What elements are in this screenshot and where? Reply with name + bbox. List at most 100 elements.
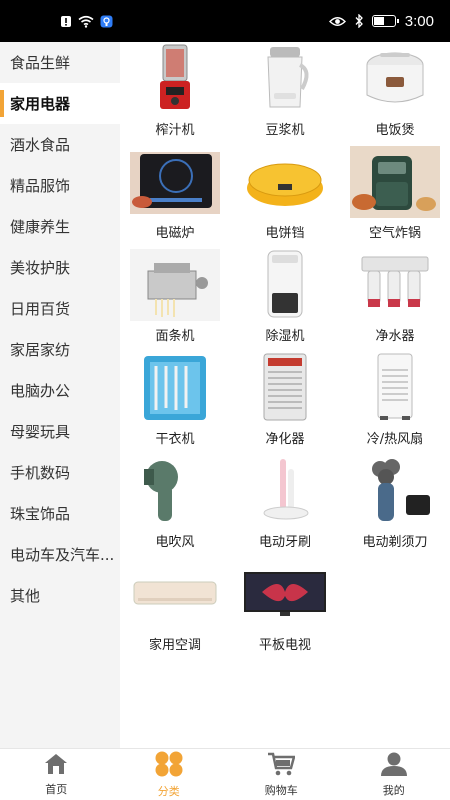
product-label: 电饭煲 [375,123,415,138]
noodle-maker-icon [130,249,220,321]
sidebar-item-label: 健康养生 [10,218,71,236]
tab-profile[interactable]: 我的 [338,749,450,800]
hair-dryer-icon [130,455,220,527]
sidebar-item-1[interactable]: 家用电器 [0,83,120,124]
sidebar-item-label: 家用电器 [10,95,71,113]
tab-label: 我的 [382,783,405,797]
product-item[interactable]: 豆浆机 [230,42,340,145]
tab-label: 分类 [157,784,180,798]
sidebar-item-4[interactable]: 健康养生 [0,206,120,247]
air-purifier-icon [240,352,330,424]
sidebar-item-7[interactable]: 家居家纺 [0,329,120,370]
sidebar-item-label: 日用百货 [10,300,71,318]
notification-icon [61,15,71,27]
product-item[interactable]: 电饭煲 [340,42,450,145]
product-item[interactable]: 除湿机 [230,248,340,351]
fan-icon [350,352,440,424]
rice-cooker-icon [350,43,440,115]
product-label: 除湿机 [265,329,305,344]
sidebar-item-label: 酒水食品 [10,136,71,154]
product-item[interactable]: 电饼铛 [230,145,340,248]
status-time: 3:00 [404,12,434,30]
battery-level [373,17,384,25]
eye-icon [328,16,346,26]
sidebar-item-label: 精品服饰 [10,177,71,195]
tv-icon [240,558,330,630]
sidebar-item-label: 珠宝饰品 [10,505,71,523]
product-label: 榨汁机 [155,123,195,138]
sidebar-item-6[interactable]: 日用百货 [0,288,120,329]
tab-label: 首页 [45,782,68,796]
sidebar-item-label: 电动车及汽车... [10,546,115,564]
product-item[interactable]: 榨汁机 [120,42,230,145]
battery-icon [371,15,399,27]
bottom-tab-bar: 首页 分类 购物车 我的 [0,748,450,800]
product-label: 冷/热风扇 [366,432,424,447]
tab-category[interactable]: 分类 [113,749,226,800]
product-item[interactable]: 电动剃须刀 [340,454,450,557]
electric-griddle-icon [240,146,330,218]
sidebar-item-8[interactable]: 电脑办公 [0,370,120,411]
cart-icon [267,752,296,780]
sidebar-item-label: 美妆护肤 [10,259,71,277]
sidebar-item-label: 手机数码 [10,464,71,482]
sidebar-item-10[interactable]: 手机数码 [0,452,120,493]
status-right-icons: 3:00 [328,12,434,30]
status-bar: 3:00 [0,0,450,42]
sidebar-item-label: 家居家纺 [10,341,71,359]
product-item[interactable]: 面条机 [120,248,230,351]
bluetooth-icon [355,14,363,28]
product-item[interactable]: 干衣机 [120,351,230,454]
product-label: 平板电视 [258,638,311,653]
sidebar-item-12[interactable]: 电动车及汽车... [0,534,120,575]
product-item[interactable]: 电磁炉 [120,145,230,248]
sidebar-item-5[interactable]: 美妆护肤 [0,247,120,288]
sidebar-item-label: 母婴玩具 [10,423,71,441]
product-item[interactable]: 冷/热风扇 [340,351,450,454]
juicer-icon [130,43,220,115]
product-item[interactable]: 净化器 [230,351,340,454]
sidebar-item-11[interactable]: 珠宝饰品 [0,493,120,534]
product-item[interactable]: 平板电视 [230,557,340,660]
sidebar-item-label: 食品生鲜 [10,54,71,72]
category-sidebar: 食品生鲜家用电器酒水食品精品服饰健康养生美妆护肤日用百货家居家纺电脑办公母婴玩具… [0,42,120,748]
air-fryer-icon [350,146,440,218]
product-label: 电动剃须刀 [362,535,428,550]
wifi-icon [78,15,94,28]
air-conditioner-icon [130,558,220,630]
profile-icon [380,752,408,780]
product-label: 电吹风 [155,535,195,550]
product-item[interactable]: 空气炸锅 [340,145,450,248]
status-left-icons [60,15,113,28]
product-label: 电饼铛 [265,226,305,241]
product-item[interactable]: 电动牙刷 [230,454,340,557]
shaver-icon [350,455,440,527]
product-item[interactable]: 家用空调 [120,557,230,660]
product-item[interactable]: 净水器 [340,248,450,351]
sidebar-item-label: 其他 [10,587,41,605]
product-label: 豆浆机 [265,123,305,138]
sidebar-item-3[interactable]: 精品服饰 [0,165,120,206]
product-label: 空气炸锅 [368,226,421,241]
tab-cart[interactable]: 购物车 [225,749,338,800]
product-label: 家用空调 [148,638,201,653]
product-item[interactable]: 电吹风 [120,454,230,557]
category-icon [153,751,185,781]
sidebar-item-2[interactable]: 酒水食品 [0,124,120,165]
product-label: 干衣机 [155,432,195,447]
home-icon [44,753,68,779]
hotspot-icon [100,15,113,27]
product-label: 净水器 [375,329,415,344]
dehumidifier-icon [240,249,330,321]
sidebar-item-0[interactable]: 食品生鲜 [0,42,120,83]
sidebar-item-13[interactable]: 其他 [0,575,120,616]
product-label: 净化器 [265,432,305,447]
tab-home[interactable]: 首页 [0,749,113,800]
toothbrush-icon [240,455,330,527]
product-label: 电动牙刷 [258,535,311,550]
clothes-dryer-icon [130,352,220,424]
sidebar-item-label: 电脑办公 [10,382,71,400]
soymilk-maker-icon [240,43,330,115]
sidebar-item-9[interactable]: 母婴玩具 [0,411,120,452]
product-label: 电磁炉 [155,226,195,241]
